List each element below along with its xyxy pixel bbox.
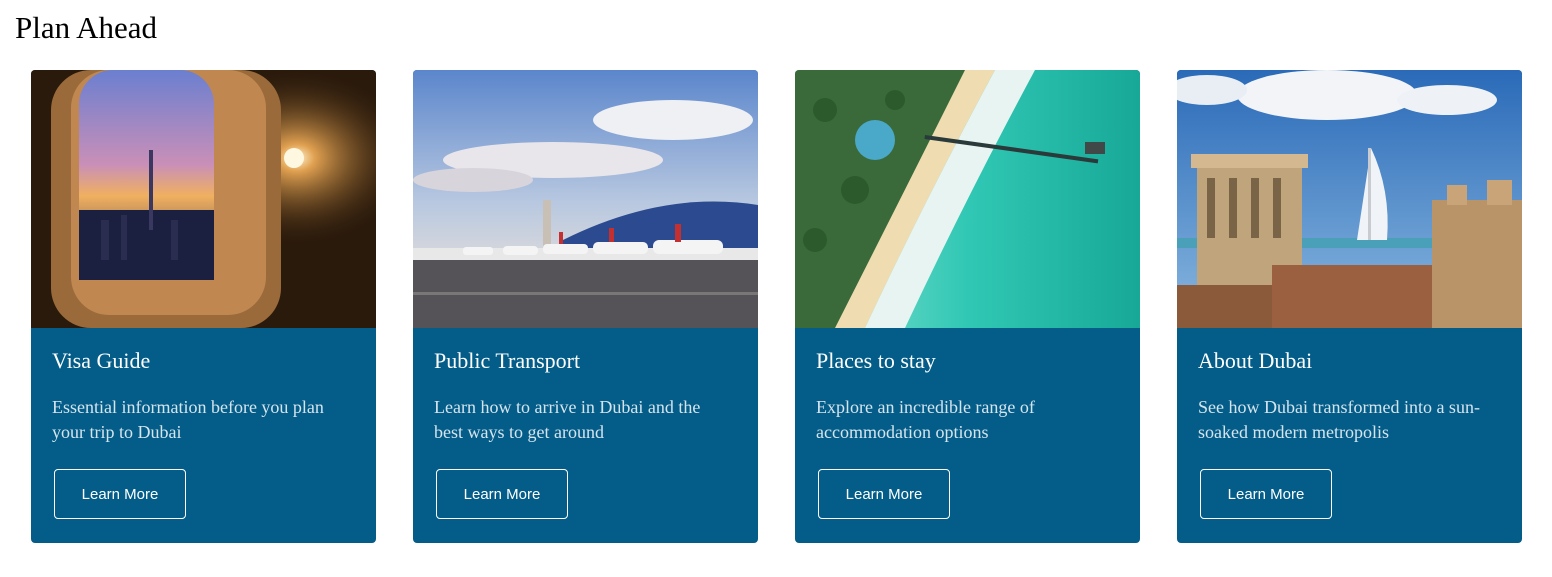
card-image-burj-al-arab[interactable]	[1177, 70, 1522, 328]
airplane-window-image	[31, 70, 376, 328]
card-description: See how Dubai transformed into a sun-soa…	[1198, 397, 1480, 442]
burj-al-arab-image	[1177, 70, 1522, 328]
card-image-airplane-window[interactable]	[31, 70, 376, 328]
card-public-transport: Public Transport Learn how to arrive in …	[413, 70, 758, 543]
card-body: Public Transport Learn how to arrive in …	[434, 328, 742, 445]
card-body: Places to stay Explore an incredible ran…	[816, 328, 1124, 445]
card-title[interactable]: Places to stay	[816, 346, 1124, 376]
card-title[interactable]: About Dubai	[1198, 346, 1506, 376]
card-image-beach[interactable]	[795, 70, 1140, 328]
card-description: Essential information before you plan yo…	[52, 397, 324, 442]
learn-more-button[interactable]: Learn More	[818, 469, 950, 519]
card-title[interactable]: Public Transport	[434, 346, 742, 376]
beach-image	[795, 70, 1140, 328]
card-grid: Visa Guide Essential information before …	[31, 70, 1522, 543]
card-description: Explore an incredible range of accommoda…	[816, 397, 1035, 442]
card-body: Visa Guide Essential information before …	[52, 328, 360, 445]
card-about-dubai: About Dubai See how Dubai transformed in…	[1177, 70, 1522, 543]
learn-more-button[interactable]: Learn More	[436, 469, 568, 519]
card-description: Learn how to arrive in Dubai and the bes…	[434, 397, 701, 442]
card-title[interactable]: Visa Guide	[52, 346, 360, 376]
card-body: About Dubai See how Dubai transformed in…	[1198, 328, 1506, 445]
section-title: Plan Ahead	[15, 10, 158, 45]
learn-more-button[interactable]: Learn More	[54, 469, 186, 519]
learn-more-button[interactable]: Learn More	[1200, 469, 1332, 519]
card-visa-guide: Visa Guide Essential information before …	[31, 70, 376, 543]
card-image-airport[interactable]	[413, 70, 758, 328]
airport-image	[413, 70, 758, 328]
card-places-to-stay: Places to stay Explore an incredible ran…	[795, 70, 1140, 543]
